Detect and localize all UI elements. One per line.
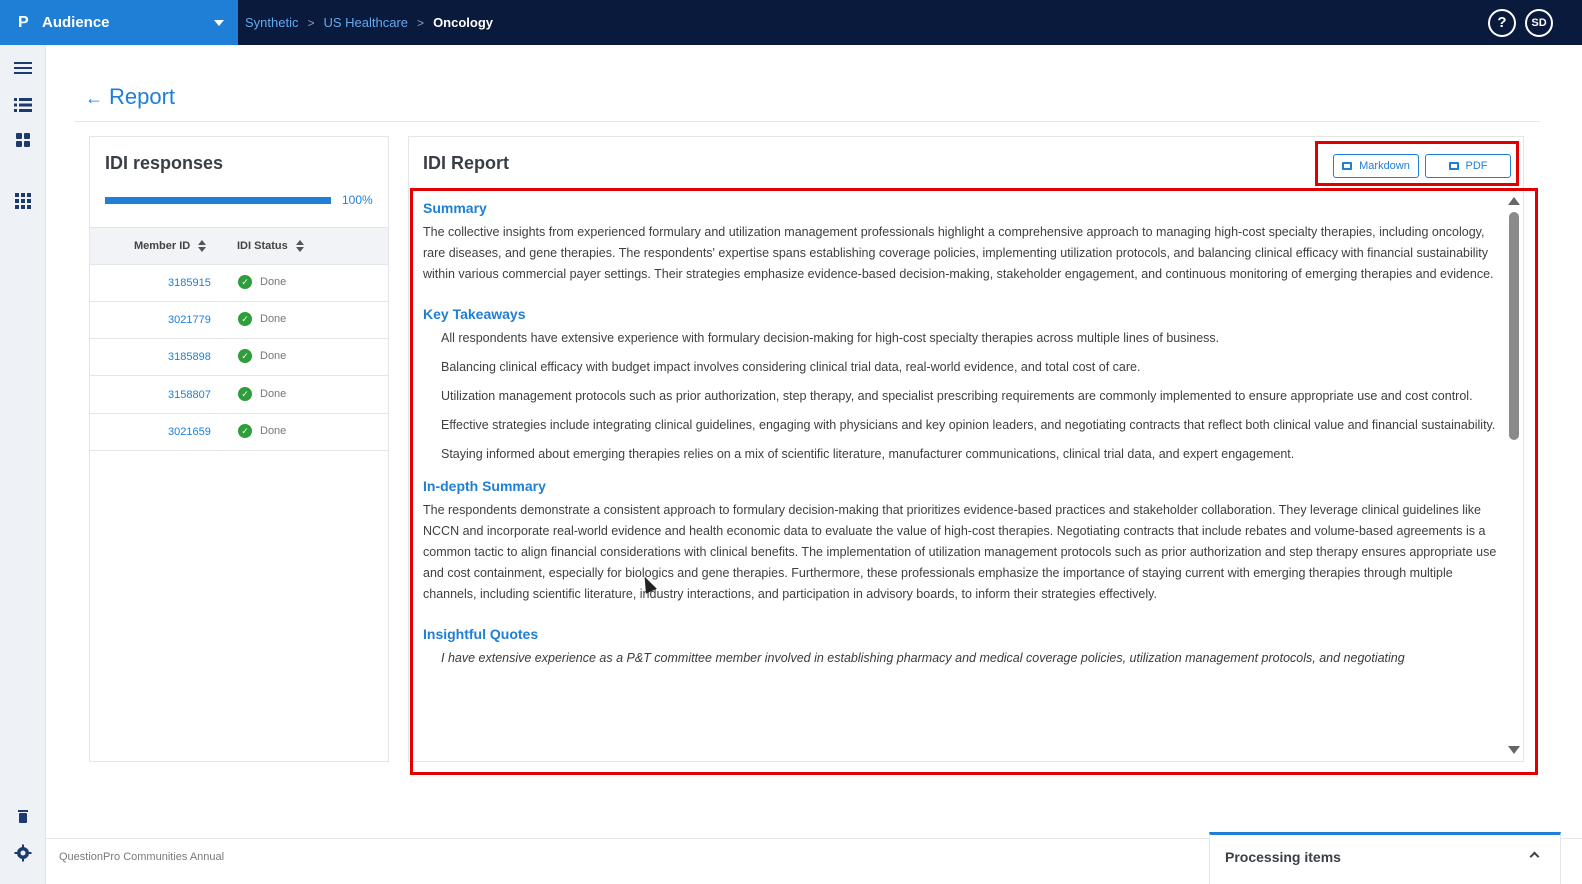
sort-icon[interactable] [295,240,304,252]
help-button[interactable]: ? [1488,9,1516,37]
back-arrow-icon[interactable]: ← [85,88,103,109]
summary-title: Summary [423,200,487,216]
report-title: IDI Report [423,153,510,173]
member-id-link[interactable]: 3158807 [168,389,211,401]
check-circle-icon: ✓ [238,349,252,363]
status-text: Done [260,276,287,288]
takeaways-section: Key Takeaways All respondents have exten… [423,306,1503,464]
app-switcher[interactable]: P Audience [0,0,238,45]
takeaway-item: All respondents have extensive experienc… [441,331,1220,346]
takeaway-item: Balancing clinical efficacy with budget … [441,360,1141,375]
processing-label: Processing items [1225,849,1341,865]
markdown-label: Markdown [1359,160,1410,172]
responses-title: IDI responses [105,153,224,173]
top-bar: P Audience Synthetic > US Healthcare > O… [0,0,1582,45]
table-row: 3158807 ✓ Done [90,377,388,414]
member-id-link[interactable]: 3021779 [168,314,211,326]
status-text: Done [260,350,287,362]
progress-bar [105,197,331,204]
table-row: 3185915 ✓ Done [90,265,388,302]
status-badge: ✓ Done [238,387,286,401]
check-circle-icon: ✓ [238,275,252,289]
markdown-icon [1342,162,1353,170]
breadcrumb-current: Oncology [433,15,494,30]
chevron-up-icon[interactable] [1529,851,1540,862]
takeaway-item: Utilization management protocols such as… [441,388,1473,403]
left-rail [0,45,46,884]
member-id-link[interactable]: 3021659 [168,426,211,438]
status-badge: ✓ Done [238,312,286,326]
breadcrumb: Synthetic > US Healthcare > Oncology [245,0,493,45]
summary-section: Summary The collective insights from exp… [423,200,1503,284]
report-scrollbar[interactable] [1506,194,1522,760]
footer-text: QuestionPro Communities Annual [59,851,225,863]
column-header-idi-status[interactable]: IDI Status [237,240,304,252]
indepth-text: The respondents demonstrate a consistent… [423,503,1497,601]
apps-grid-icon[interactable] [14,192,32,210]
progress-label: 100% [342,193,373,207]
status-text: Done [260,425,287,437]
breadcrumb-link-us-healthcare[interactable]: US Healthcare [324,15,409,30]
member-id-link[interactable]: 3185898 [168,351,211,363]
scroll-thumb[interactable] [1509,212,1519,440]
page-header: ← Report [75,82,1540,122]
status-badge: ✓ Done [238,424,286,438]
processing-items-panel[interactable]: Processing items [1209,832,1561,884]
status-badge: ✓ Done [238,275,286,289]
gear-icon[interactable] [14,844,32,862]
scroll-up-icon[interactable] [1508,197,1520,205]
progress-fill [105,197,331,204]
takeaways-list: All respondents have extensive experienc… [423,328,1503,464]
takeaways-title: Key Takeaways [423,306,526,323]
check-circle-icon: ✓ [238,312,252,326]
check-circle-icon: ✓ [238,424,252,438]
column-label: Member ID [134,240,191,252]
status-badge: ✓ Done [238,349,286,363]
pdf-icon [1448,162,1459,170]
pdf-export-button[interactable]: PDF [1425,154,1511,178]
table-header: Member ID IDI Status [90,227,388,265]
quote-item: I have extensive experience as a P&T com… [441,651,1405,666]
dashboard-icon[interactable] [14,131,32,149]
menu-icon[interactable] [14,59,32,77]
report-content[interactable]: Summary The collective insights from exp… [423,200,1503,760]
pdf-label: PDF [1465,160,1488,172]
page-title: Report [109,84,176,109]
export-buttons-highlight: Markdown PDF [1315,141,1519,186]
table-row: 3185898 ✓ Done [90,339,388,376]
status-text: Done [260,313,287,325]
list-icon[interactable] [14,96,32,114]
sort-icon[interactable] [198,240,207,252]
trash-icon[interactable] [14,807,32,825]
takeaway-item: Effective strategies include integrating… [441,417,1496,432]
column-label: IDI Status [237,240,288,252]
avatar[interactable]: SD [1525,9,1553,37]
app-name: Audience [42,14,110,31]
check-circle-icon: ✓ [238,387,252,401]
table-row: 3021779 ✓ Done [90,302,388,339]
scroll-down-icon[interactable] [1508,746,1520,754]
markdown-export-button[interactable]: Markdown [1333,154,1419,178]
idi-responses-panel: IDI responses 100% Member ID IDI Status … [89,136,389,762]
quotes-section: Insightful Quotes I have extensive exper… [423,626,1503,669]
breadcrumb-link-synthetic[interactable]: Synthetic [245,15,298,30]
breadcrumb-separator-icon: > [417,15,425,30]
indepth-section: In-depth Summary The respondents demonst… [423,478,1503,604]
app-logo-icon: P [18,13,29,31]
quotes-title: Insightful Quotes [423,626,539,643]
summary-text: The collective insights from experienced… [423,225,1494,281]
chevron-down-icon [214,20,224,26]
breadcrumb-separator-icon: > [307,15,315,30]
takeaway-item: Staying informed about emerging therapie… [441,446,1295,461]
status-text: Done [260,388,287,400]
indepth-title: In-depth Summary [423,478,546,495]
table-row: 3021659 ✓ Done [90,414,388,451]
member-id-link[interactable]: 3185915 [168,277,211,289]
column-header-member-id[interactable]: Member ID [134,240,207,252]
